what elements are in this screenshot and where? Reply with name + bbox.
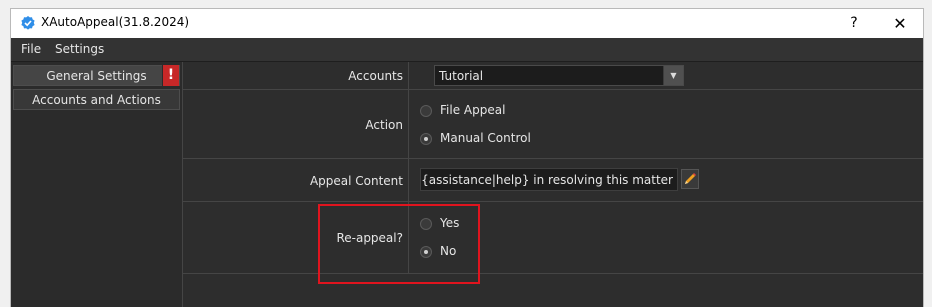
radio-button-icon[interactable] [420,105,432,117]
settings-form: Accounts Tutorial ▼ Action File Appeal M… [183,62,923,307]
sidebar: General Settings ! Accounts and Actions [11,62,183,307]
reappeal-row: Re-appeal? Yes No [183,202,923,274]
menu-file[interactable]: File [21,42,41,56]
action-label: Action [365,118,403,132]
accounts-label: Accounts [348,69,403,83]
radio-button-icon[interactable] [420,133,432,145]
help-button[interactable]: ? [831,9,877,38]
appeal-content-row: Appeal Content d {assistance|help} in re… [183,159,923,202]
close-button[interactable]: ✕ [877,9,923,38]
sidebar-item-general-settings[interactable]: General Settings ! [13,65,180,86]
accounts-row: Accounts Tutorial ▼ [183,62,923,90]
edit-button[interactable] [681,169,699,189]
accounts-select-value: Tutorial [439,69,484,83]
menu-settings[interactable]: Settings [55,42,104,56]
accounts-select[interactable]: Tutorial ▼ [434,65,684,86]
appeal-content-input[interactable]: d {assistance|help} in resolving this ma… [420,168,678,191]
warning-icon: ! [162,65,179,86]
verified-badge-icon [21,16,35,30]
menu-bar: File Settings [11,38,923,62]
pencil-icon [685,173,696,184]
window-title: XAutoAppeal(31.8.2024) [41,15,190,29]
sidebar-item-accounts-and-actions[interactable]: Accounts and Actions [13,89,180,110]
sidebar-item-label: General Settings [46,69,147,83]
appeal-content-label: Appeal Content [309,174,403,188]
highlight-box [318,204,480,284]
chevron-down-icon[interactable]: ▼ [663,66,683,85]
title-bar: XAutoAppeal(31.8.2024) ? ✕ [11,9,923,38]
sidebar-item-label: Accounts and Actions [32,93,161,107]
action-row: Action File Appeal Manual Control [183,90,923,159]
